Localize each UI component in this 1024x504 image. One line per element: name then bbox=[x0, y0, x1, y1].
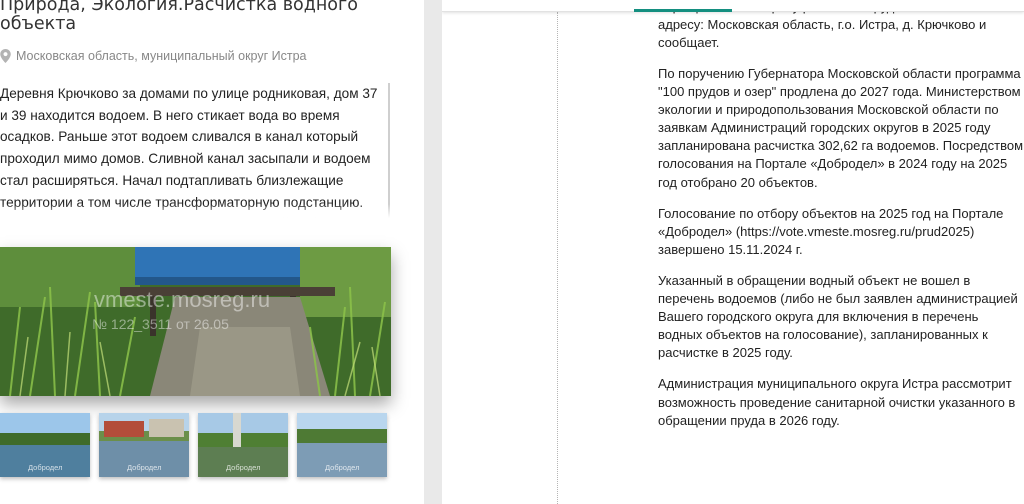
main-photo[interactable]: vmeste.mosreg.ru № 122_3511 от 26.05 bbox=[0, 247, 391, 396]
photo-watermark: vmeste.mosreg.ru bbox=[94, 287, 271, 312]
thumbnail-2[interactable]: Добродел bbox=[99, 413, 189, 477]
photo-number: № 122_3511 от 26.05 bbox=[92, 316, 229, 332]
problem-title: Природа, Экология.Расчистка водного объе… bbox=[0, 0, 358, 34]
tab-bar bbox=[442, 0, 1024, 12]
thumbnail-1[interactable]: Добродел bbox=[0, 413, 90, 477]
description-fade bbox=[0, 204, 390, 218]
problem-description[interactable]: Деревня Крючково за домами по улице родн… bbox=[0, 83, 390, 218]
timeline-divider bbox=[557, 12, 558, 504]
answer-paragraph-4: Указанный в обращении водный объект не в… bbox=[658, 272, 1018, 361]
map-pin-icon bbox=[0, 49, 11, 63]
thumbnail-4[interactable]: Добродел bbox=[297, 413, 387, 477]
location-text: Московская область, муниципальный округ … bbox=[16, 49, 307, 63]
problem-location: Московская область, муниципальный округ … bbox=[0, 47, 307, 65]
problem-card: Природа, Экология.Расчистка водного объе… bbox=[0, 0, 424, 504]
thumbnail-strip: Добродел Добродел Добродел Добродел bbox=[0, 413, 424, 478]
answer-paragraph-3: Голосование по отбору объектов на 2025 г… bbox=[658, 205, 1004, 257]
thumbnail-3[interactable]: Добродел bbox=[198, 413, 288, 477]
active-tab-indicator[interactable] bbox=[634, 9, 732, 12]
answer-paragraph-5: Администрация муниципального округа Истр… bbox=[658, 376, 1016, 428]
answer-text: обращению по вопросу расчистки пруда по … bbox=[658, 0, 1024, 443]
answer-paragraph-2: По поручению Губернатора Московской обла… bbox=[658, 66, 1024, 190]
answer-panel: обращению по вопросу расчистки пруда по … bbox=[442, 0, 1024, 504]
description-text: Деревня Крючково за домами по улице родн… bbox=[0, 86, 378, 218]
